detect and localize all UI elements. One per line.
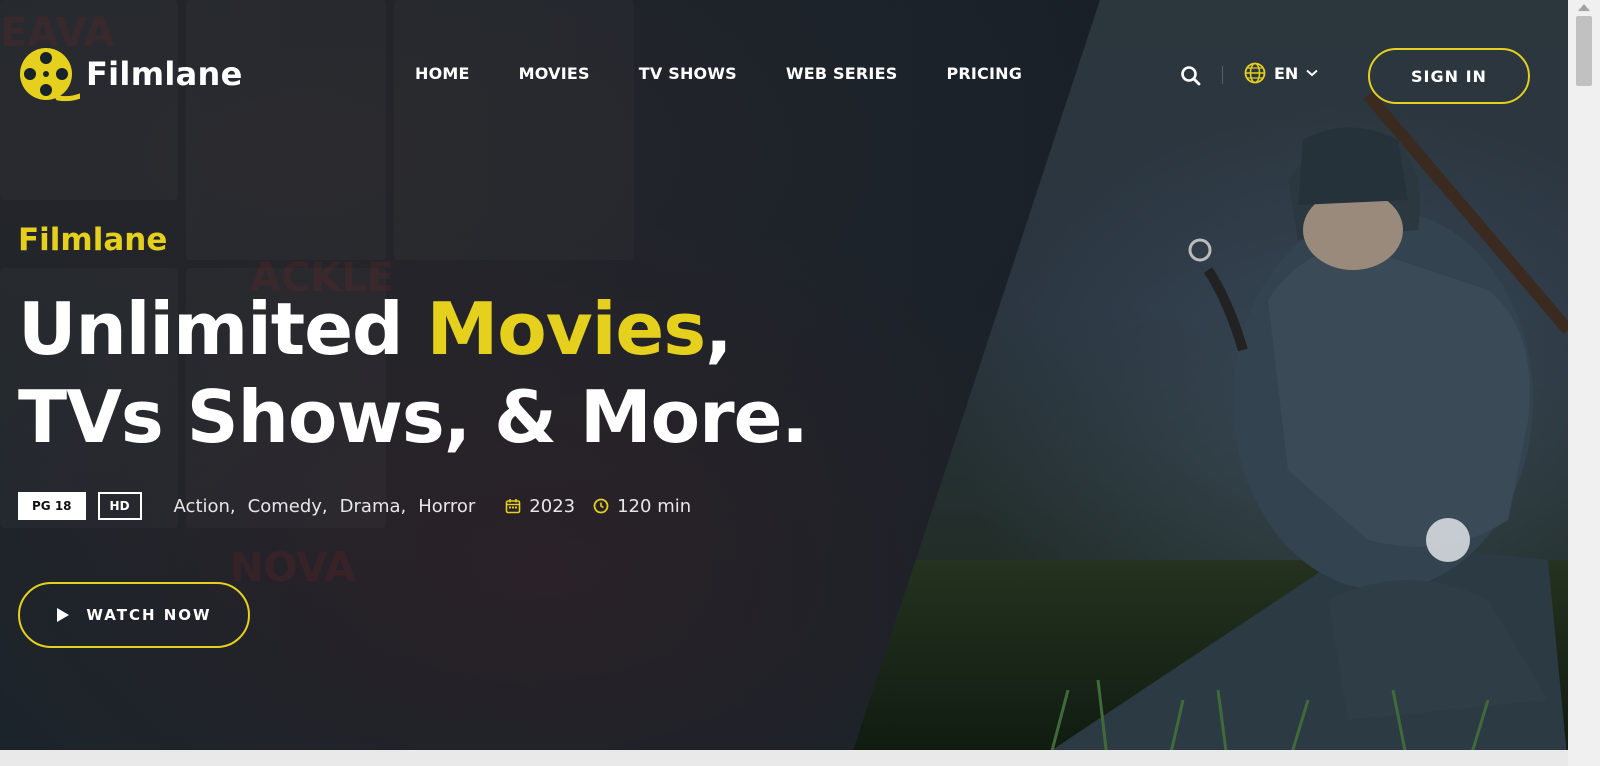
brand-name: Filmlane (86, 55, 243, 93)
hero-subtitle: Filmlane (18, 222, 168, 258)
watch-now-label: WATCH NOW (86, 606, 212, 624)
genre-link[interactable]: Action, (174, 496, 236, 517)
nav-item-movies[interactable]: MOVIES (519, 64, 590, 83)
duration: 120 min (593, 496, 691, 517)
language-label: EN (1274, 63, 1299, 83)
page-bottom-edge (0, 750, 1568, 766)
header-divider (1222, 66, 1223, 84)
hero-title-line2: TVs Shows, & More. (18, 375, 809, 459)
clock-icon (593, 498, 609, 514)
globe-icon (1244, 62, 1266, 84)
nav-item-pricing[interactable]: PRICING (946, 64, 1022, 83)
film-reel-icon (20, 48, 80, 102)
genre-link[interactable]: Comedy, (248, 496, 328, 517)
genre-link[interactable]: Horror (418, 496, 475, 517)
nav-item-tv-shows[interactable]: TV SHOWS (639, 64, 737, 83)
calendar-icon (505, 499, 521, 514)
scroll-up-arrow-icon[interactable] (1578, 4, 1590, 11)
scroll-thumb[interactable] (1576, 16, 1592, 86)
bg-poster-art: NOVA (230, 545, 356, 591)
play-icon (57, 608, 70, 622)
year-value: 2023 (529, 495, 576, 517)
chevron-down-icon (1306, 69, 1318, 77)
vertical-scrollbar[interactable] (1568, 0, 1600, 766)
brand-logo[interactable]: Filmlane (18, 46, 243, 102)
hero-title-part1: Unlimited (18, 287, 427, 371)
main-nav: HOME MOVIES TV SHOWS WEB SERIES PRICING (415, 64, 1022, 83)
site-header: Filmlane HOME MOVIES TV SHOWS WEB SERIES… (0, 0, 1568, 150)
movie-meta: PG 18 HD Action, Comedy, Drama, Horror 2… (18, 491, 691, 521)
language-selector[interactable]: EN (1244, 62, 1318, 84)
hero-title-accent: Movies (426, 287, 706, 371)
watch-now-button[interactable]: WATCH NOW (18, 582, 250, 648)
search-icon (1181, 66, 1201, 86)
hero-title: Unlimited Movies, TVs Shows, & More. (18, 285, 809, 461)
nav-item-home[interactable]: HOME (415, 64, 470, 83)
rating-badge: PG 18 (18, 492, 86, 520)
duration-value: 120 min (617, 495, 692, 517)
genre-link[interactable]: Drama, (340, 496, 407, 517)
release-year: 2023 (505, 496, 575, 517)
nav-item-web-series[interactable]: WEB SERIES (786, 64, 898, 83)
quality-badge: HD (97, 492, 142, 520)
sign-in-button[interactable]: SIGN IN (1368, 48, 1530, 104)
search-button[interactable] (1180, 65, 1202, 87)
hero-title-part2: , (705, 287, 732, 371)
genre-list: Action, Comedy, Drama, Horror (174, 496, 476, 517)
